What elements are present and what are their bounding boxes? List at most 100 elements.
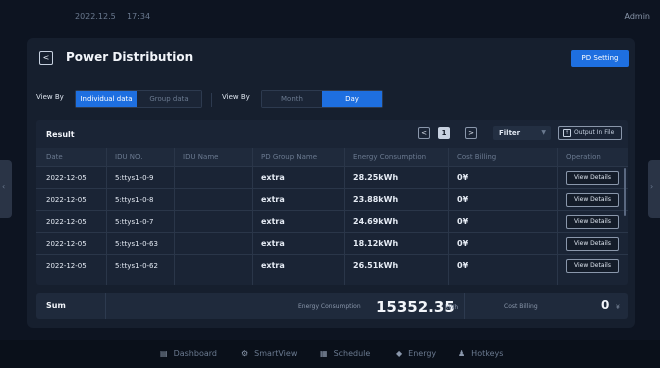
day-option[interactable]: Day: [322, 91, 382, 107]
filter-label: Filter: [499, 129, 521, 137]
calendar-icon: ▦: [320, 349, 328, 358]
prev-page-button[interactable]: <: [418, 127, 430, 139]
pd-setting-button[interactable]: PD Setting: [571, 50, 629, 67]
user-label[interactable]: Admin: [625, 12, 651, 21]
row-date: 2022-12-05: [46, 196, 87, 204]
nav-label: SmartView: [254, 349, 298, 358]
row-cost: 0¥: [457, 217, 469, 226]
sum-cost-unit: ¥: [616, 304, 620, 311]
row-energy: 24.69kWh: [353, 217, 399, 226]
sum-divider: [464, 293, 465, 319]
row-energy: 26.51kWh: [353, 261, 399, 270]
sum-energy-value: 15352.35: [376, 298, 455, 316]
row-date: 2022-12-05: [46, 218, 87, 226]
result-label: Result: [46, 130, 75, 139]
col-pd-group: PD Group Name: [261, 153, 318, 161]
row-idu-no: 5:ttys1-0-7: [115, 218, 154, 226]
table-header: Date IDU NO. IDU Name PD Group Name Ener…: [36, 148, 628, 166]
view-details-button[interactable]: View Details: [566, 237, 619, 251]
row-group: extra: [261, 239, 285, 248]
col-operation: Operation: [566, 153, 601, 161]
month-option[interactable]: Month: [262, 91, 322, 107]
row-group: extra: [261, 195, 285, 204]
row-cost: 0¥: [457, 261, 469, 270]
col-energy: Energy Consumption: [353, 153, 427, 161]
row-energy: 18.12kWh: [353, 239, 399, 248]
row-energy: 28.25kWh: [353, 173, 399, 182]
export-icon: ↑: [563, 129, 571, 137]
row-idu-no: 5:ttys1-0-62: [115, 262, 158, 270]
dashboard-icon: ▤: [160, 349, 168, 358]
next-page-button[interactable]: >: [465, 127, 477, 139]
nav-dashboard[interactable]: ▤ Dashboard: [160, 340, 217, 368]
chevron-left-icon: ‹: [2, 182, 6, 191]
col-date: Date: [46, 153, 63, 161]
col-idu-no: IDU NO.: [115, 153, 143, 161]
back-button[interactable]: <: [39, 51, 53, 65]
view-by-label: View By: [36, 93, 64, 101]
row-date: 2022-12-05: [46, 262, 87, 270]
power-distribution-panel: < Power Distribution PD Setting View By …: [27, 38, 635, 328]
row-group: extra: [261, 261, 285, 270]
row-date: 2022-12-05: [46, 240, 87, 248]
result-card: Result < 1 > Filter ▼ ↑ Output In File D…: [36, 120, 628, 285]
page-title: Power Distribution: [66, 50, 194, 64]
nav-hotkeys[interactable]: ♟ Hotkeys: [458, 340, 503, 368]
row-idu-no: 5:ttys1-0-9: [115, 174, 154, 182]
table-row[interactable]: 2022-12-05 5:ttys1-0-7 extra 24.69kWh 0¥…: [36, 210, 628, 232]
view-details-button[interactable]: View Details: [566, 215, 619, 229]
sum-bar: Sum Energy Consumption 15352.35 kWh Cost…: [36, 293, 628, 319]
row-cost: 0¥: [457, 239, 469, 248]
table-scrollbar[interactable]: [624, 168, 626, 216]
individual-data-option[interactable]: Individual data: [76, 91, 137, 107]
filter-divider: [211, 93, 212, 107]
table-row[interactable]: 2022-12-05 5:ttys1-0-8 extra 23.88kWh 0¥…: [36, 188, 628, 210]
left-side-tab[interactable]: ‹: [0, 160, 12, 218]
right-side-tab[interactable]: ›: [648, 160, 660, 218]
gear-icon: ⚙: [241, 349, 249, 358]
bottom-nav: ▤ Dashboard ⚙ SmartView ▦ Schedule ◆ Energy …: [0, 340, 660, 368]
row-cost: 0¥: [457, 173, 469, 182]
chevron-right-icon: ›: [650, 182, 654, 191]
col-idu-name: IDU Name: [183, 153, 219, 161]
table-row[interactable]: 2022-12-05 5:ttys1-0-9 extra 28.25kWh 0¥…: [36, 166, 628, 188]
nav-label: Energy: [408, 349, 437, 358]
view-by-period-label: View By: [222, 93, 250, 101]
sum-cost-label: Cost Billing: [504, 303, 538, 310]
sum-cost-value: 0: [601, 298, 610, 312]
dropdown-caret-icon: ▼: [541, 129, 546, 136]
nav-energy[interactable]: ◆ Energy: [396, 340, 436, 368]
sum-divider: [105, 293, 106, 319]
row-group: extra: [261, 217, 285, 226]
output-label: Output In File: [574, 129, 615, 136]
row-idu-no: 5:ttys1-0-63: [115, 240, 158, 248]
row-group: extra: [261, 173, 285, 182]
table-row[interactable]: 2022-12-05 5:ttys1-0-62 extra 26.51kWh 0…: [36, 254, 628, 276]
diamond-icon: ◆: [396, 349, 403, 358]
output-in-file-button[interactable]: ↑ Output In File: [558, 126, 622, 140]
col-cost: Cost Billing: [457, 153, 497, 161]
current-page[interactable]: 1: [438, 127, 450, 139]
row-idu-no: 5:ttys1-0-8: [115, 196, 154, 204]
row-energy: 23.88kWh: [353, 195, 399, 204]
view-details-button[interactable]: View Details: [566, 259, 619, 273]
sum-energy-unit: kWh: [445, 304, 459, 311]
nav-smartview[interactable]: ⚙ SmartView: [241, 340, 297, 368]
view-details-button[interactable]: View Details: [566, 171, 619, 185]
sum-label: Sum: [46, 301, 66, 310]
sum-energy-label: Energy Consumption: [298, 303, 361, 310]
date-text: 2022.12.5: [75, 12, 116, 21]
view-details-button[interactable]: View Details: [566, 193, 619, 207]
nav-label: Schedule: [333, 349, 371, 358]
nav-schedule[interactable]: ▦ Schedule: [320, 340, 370, 368]
person-icon: ♟: [458, 349, 466, 358]
filter-select[interactable]: Filter ▼: [493, 126, 551, 140]
top-status-bar: 2022.12.5 17:34 Admin: [0, 0, 660, 30]
table-row[interactable]: 2022-12-05 5:ttys1-0-63 extra 18.12kWh 0…: [36, 232, 628, 254]
time-text: 17:34: [127, 12, 151, 21]
nav-label: Dashboard: [173, 349, 217, 358]
nav-label: Hotkeys: [471, 349, 504, 358]
row-date: 2022-12-05: [46, 174, 87, 182]
row-cost: 0¥: [457, 195, 469, 204]
group-data-option[interactable]: Group data: [137, 91, 201, 107]
